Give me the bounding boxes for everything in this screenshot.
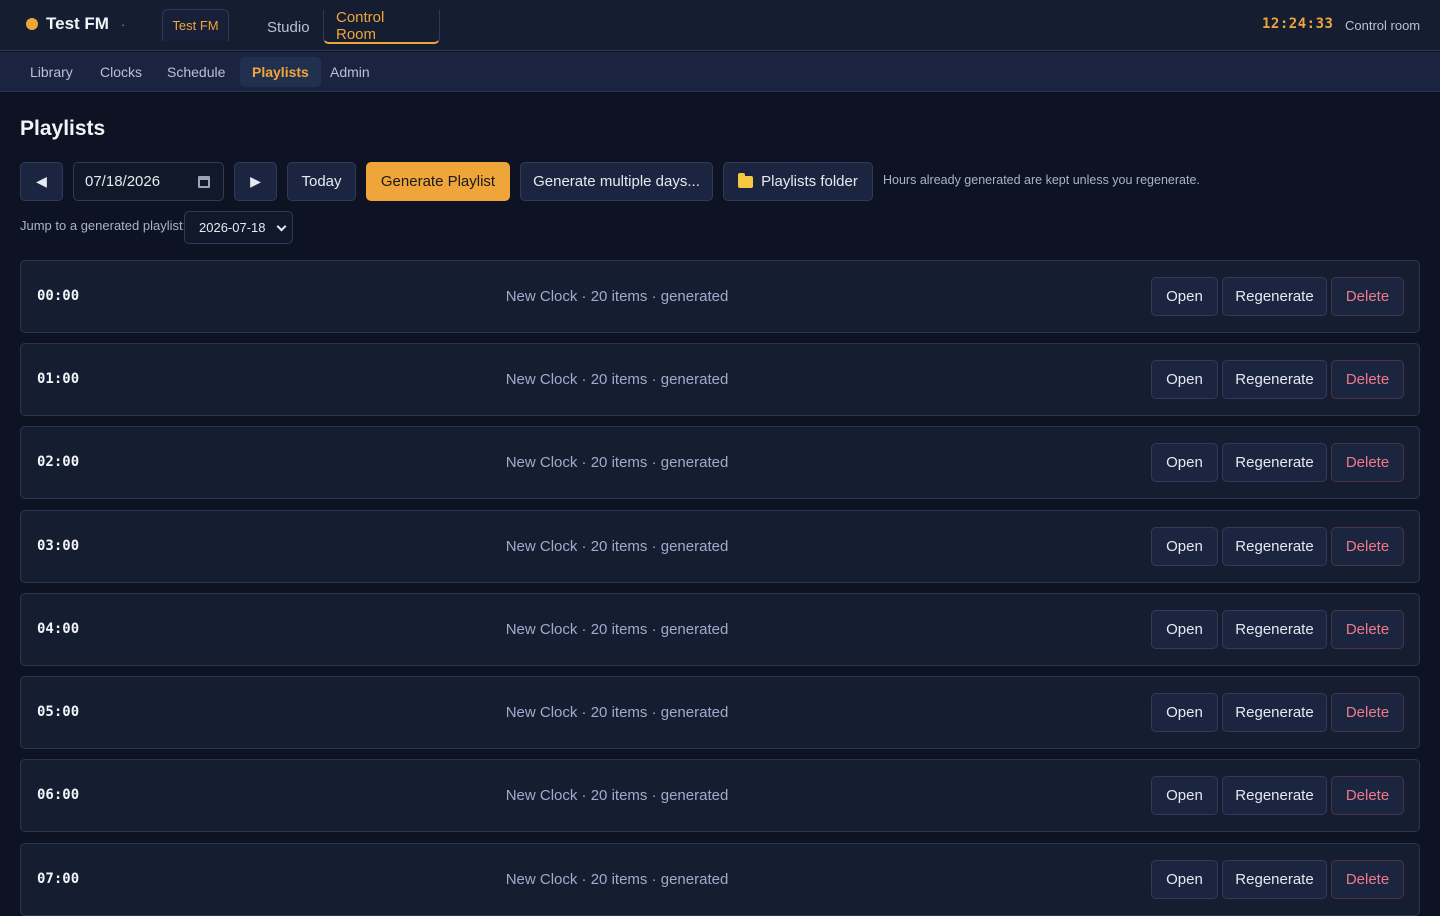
hour-summary: New Clock · 20 items · generated	[505, 538, 729, 555]
station-name: Test FM	[46, 14, 109, 33]
mode-label: Control room	[1345, 18, 1421, 33]
status-dot-icon	[26, 18, 38, 30]
hour-summary: New Clock · 20 items · generated	[505, 371, 729, 388]
regenerate-hint: Hours already generated are kept unless …	[883, 173, 1200, 187]
open-button[interactable]: Open	[1151, 776, 1218, 815]
hour-summary: New Clock · 20 items · generated	[505, 621, 729, 638]
arrow-left-icon: ◀	[36, 173, 47, 189]
subnav-library[interactable]: Library	[18, 57, 85, 87]
open-button[interactable]: Open	[1151, 277, 1218, 316]
subnav-clocks[interactable]: Clocks	[88, 57, 154, 87]
date-value: 07/18/2026	[85, 173, 161, 190]
regenerate-button[interactable]: Regenerate	[1222, 860, 1327, 899]
tab-studio[interactable]: Studio	[255, 10, 322, 44]
open-button[interactable]: Open	[1151, 443, 1218, 482]
date-input[interactable]: 07/18/2026	[73, 162, 224, 201]
playlist-hour-row: 04:00 New Clock · 20 items · generated Ope…	[20, 593, 1420, 666]
subnav-admin[interactable]: Admin	[318, 57, 382, 87]
generate-multiple-days-button[interactable]: Generate multiple days...	[520, 162, 713, 201]
calendar-icon[interactable]	[198, 176, 210, 188]
generate-playlist-button[interactable]: Generate Playlist	[366, 162, 510, 201]
hour-summary: New Clock · 20 items · generated	[505, 288, 729, 305]
delete-button[interactable]: Delete	[1331, 360, 1404, 399]
delete-button[interactable]: Delete	[1331, 277, 1404, 316]
delete-button[interactable]: Delete	[1331, 693, 1404, 732]
chevron-down-icon	[276, 221, 287, 232]
subnav-schedule[interactable]: Schedule	[155, 57, 237, 87]
delete-button[interactable]: Delete	[1331, 527, 1404, 566]
playlists-folder-label: Playlists folder	[761, 173, 858, 190]
brand: Test FM ·	[26, 14, 125, 34]
regenerate-button[interactable]: Regenerate	[1222, 776, 1327, 815]
open-button[interactable]: Open	[1151, 860, 1218, 899]
jump-selected-value: 2026-07-18	[199, 220, 266, 235]
next-day-button[interactable]: ▶	[234, 162, 277, 201]
sub-nav: Library Clocks Schedule Playlists Admin	[0, 52, 1440, 92]
playlist-hour-row: 06:00 New Clock · 20 items · generated Ope…	[20, 759, 1420, 832]
jump-playlist-select[interactable]: 2026-07-18	[184, 211, 293, 244]
regenerate-button[interactable]: Regenerate	[1222, 693, 1327, 732]
playlist-hour-row: 07:00 New Clock · 20 items · generated Ope…	[20, 843, 1420, 916]
open-button[interactable]: Open	[1151, 360, 1218, 399]
top-bar: Test FM · Test FM Studio Control Room 12…	[0, 0, 1440, 51]
playlist-hour-row: 05:00 New Clock · 20 items · generated Ope…	[20, 676, 1420, 749]
regenerate-button[interactable]: Regenerate	[1222, 277, 1327, 316]
hour-summary: New Clock · 20 items · generated	[505, 454, 729, 471]
today-button[interactable]: Today	[287, 162, 356, 201]
current-time: 12:24:33	[1262, 16, 1334, 32]
playlist-hour-row: 02:00 New Clock · 20 items · generated Ope…	[20, 426, 1420, 499]
station-selector-chip[interactable]: Test FM	[162, 9, 229, 41]
arrow-right-icon: ▶	[250, 173, 261, 189]
station-separator: ·	[120, 16, 126, 32]
page-title: Playlists	[20, 117, 106, 140]
delete-button[interactable]: Delete	[1331, 443, 1404, 482]
hour-summary: New Clock · 20 items · generated	[505, 787, 729, 804]
open-button[interactable]: Open	[1151, 527, 1218, 566]
delete-button[interactable]: Delete	[1331, 860, 1404, 899]
folder-icon	[738, 172, 754, 188]
previous-day-button[interactable]: ◀	[20, 162, 63, 201]
regenerate-button[interactable]: Regenerate	[1222, 527, 1327, 566]
regenerate-button[interactable]: Regenerate	[1222, 360, 1327, 399]
hour-summary: New Clock · 20 items · generated	[505, 704, 729, 721]
tab-control-room[interactable]: Control Room	[323, 9, 440, 44]
playlist-hour-row: 00:00 New Clock · 20 items · generated Ope…	[20, 260, 1420, 333]
open-button[interactable]: Open	[1151, 693, 1218, 732]
open-button[interactable]: Open	[1151, 610, 1218, 649]
delete-button[interactable]: Delete	[1331, 776, 1404, 815]
delete-button[interactable]: Delete	[1331, 610, 1404, 649]
regenerate-button[interactable]: Regenerate	[1222, 443, 1327, 482]
jump-label: Jump to a generated playlist:	[20, 218, 187, 233]
playlist-hour-row: 03:00 New Clock · 20 items · generated Ope…	[20, 510, 1420, 583]
hour-summary: New Clock · 20 items · generated	[505, 871, 729, 888]
playlist-hour-row: 01:00 New Clock · 20 items · generated Ope…	[20, 343, 1420, 416]
playlists-folder-button[interactable]: Playlists folder	[723, 162, 873, 201]
regenerate-button[interactable]: Regenerate	[1222, 610, 1327, 649]
subnav-playlists[interactable]: Playlists	[240, 57, 321, 87]
